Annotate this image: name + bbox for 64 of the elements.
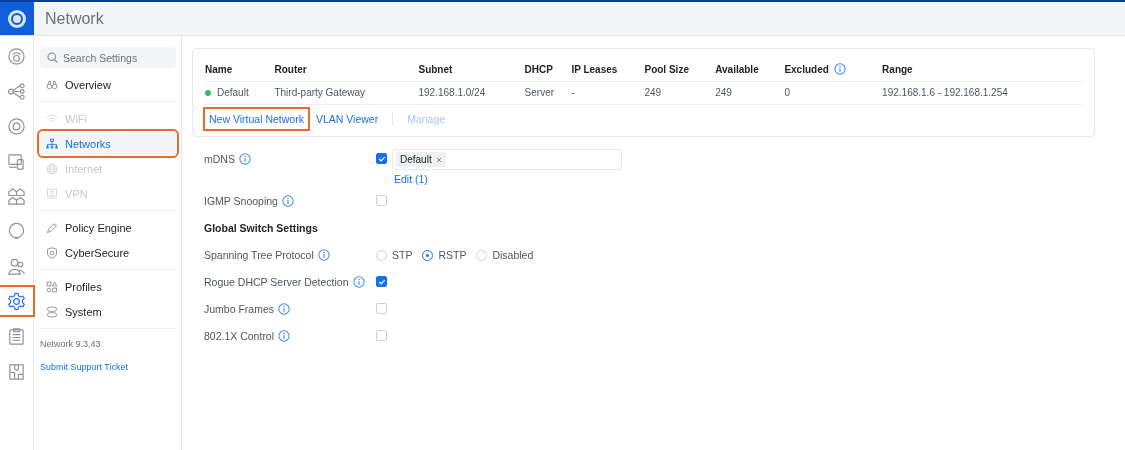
setting-label: Spanning Tree Protocol — [204, 249, 314, 261]
sidebar-item[interactable]: Profiles — [40, 275, 176, 298]
info-icon[interactable] — [278, 330, 291, 342]
edit-link[interactable]: Edit (1) — [394, 173, 428, 185]
radio-label: STP — [392, 249, 413, 261]
info-icon[interactable] — [317, 249, 330, 261]
pencil-icon — [46, 221, 58, 234]
table-cell: Third-party Gateway — [274, 87, 366, 98]
network-icon — [46, 137, 58, 150]
radio-label: RSTP — [438, 249, 467, 261]
table-cell: 249 — [715, 87, 732, 98]
remove-icon[interactable] — [435, 156, 442, 163]
page-title: Network — [44, 9, 104, 28]
column-header: Pool Size — [644, 63, 689, 75]
column-header: Subnet — [418, 63, 453, 75]
column-header: DHCP — [524, 63, 553, 75]
info-icon[interactable] — [278, 303, 291, 315]
action-link[interactable]: VLAN Viewer — [311, 109, 383, 129]
setting-label: 802.1X Control — [204, 330, 275, 342]
column-header: Excluded — [784, 63, 829, 75]
info-icon[interactable] — [833, 63, 846, 75]
search-icon — [47, 52, 58, 63]
column-header: IP Leases — [571, 63, 618, 75]
sidebar-item[interactable]: Networks — [40, 132, 176, 155]
radio-label: Disabled — [492, 249, 534, 261]
setting-label: mDNS — [204, 153, 235, 165]
monitor-icon — [46, 187, 58, 200]
setting-label: Rogue DHCP Server Detection — [204, 276, 349, 288]
globe-icon — [46, 162, 58, 175]
checkbox[interactable] — [376, 276, 387, 287]
logo-icon[interactable] — [0, 2, 34, 35]
sidebar-item[interactable]: CyberSecure — [40, 241, 176, 264]
table-cell: Server — [524, 87, 555, 98]
setting-label: IGMP Snooping — [204, 195, 278, 207]
tag-field[interactable]: Default — [392, 149, 622, 170]
shapes-icon — [46, 280, 58, 293]
table-cell: 0 — [784, 87, 790, 98]
checkbox[interactable] — [376, 153, 387, 164]
sidebar-item[interactable]: Overview — [40, 73, 176, 96]
info-icon[interactable] — [238, 153, 251, 165]
column-header: Range — [882, 63, 913, 75]
info-icon[interactable] — [352, 276, 365, 288]
column-header: Available — [715, 63, 759, 75]
column-header: Name — [205, 63, 233, 75]
tag-label: Default — [400, 154, 432, 165]
search-field[interactable]: Search Settings — [40, 47, 176, 68]
column-header: Router — [274, 63, 307, 75]
table-cell: 192.168.1.0/24 — [418, 87, 486, 98]
version-text: Network 9.3.43 — [40, 339, 102, 349]
table-cell: 249 — [644, 87, 662, 98]
shield-icon — [46, 246, 58, 259]
table-cell: - — [571, 87, 575, 98]
support-link[interactable]: Submit Support Ticket — [40, 362, 176, 372]
sidebar-item[interactable]: System — [40, 300, 176, 323]
table-cell: Default — [217, 87, 249, 98]
binoculars-icon — [46, 78, 58, 91]
settings-icon[interactable] — [0, 287, 33, 315]
setting-label: Jumbo Frames — [204, 303, 275, 315]
info-icon[interactable] — [281, 195, 294, 207]
section-heading: Global Switch Settings — [204, 221, 319, 236]
sidebar-item[interactable]: Policy Engine — [40, 216, 176, 239]
table-cell: 192.168.1.6 - 192.168.1.254 — [882, 87, 1008, 98]
action-link[interactable]: New Virtual Network — [205, 109, 308, 129]
server-icon — [46, 305, 58, 318]
